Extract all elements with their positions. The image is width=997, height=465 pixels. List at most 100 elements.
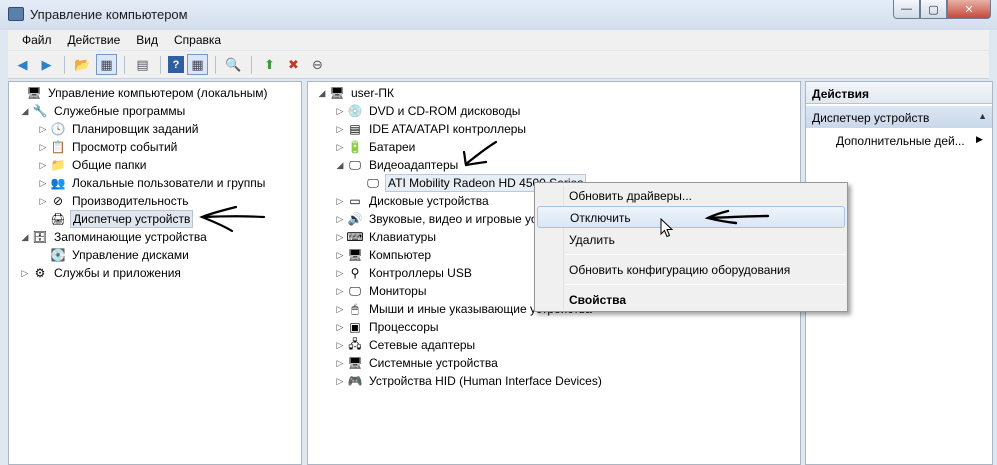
menu-view[interactable]: Вид bbox=[128, 33, 166, 47]
tree-item-label: Дисковые устройства bbox=[369, 194, 489, 208]
expand-arrow-icon[interactable]: ▷ bbox=[334, 376, 346, 387]
tree-item-performance[interactable]: ▷ ⊘ Производительность bbox=[37, 192, 190, 210]
back-arrow-icon[interactable]: ◀ bbox=[12, 54, 33, 75]
expand-arrow-icon[interactable]: ▷ bbox=[37, 124, 49, 135]
tree-item-label: Устройства HID (Human Interface Devices) bbox=[369, 374, 602, 388]
collapse-arrow-icon[interactable]: ◢ bbox=[316, 88, 328, 99]
maximize-button[interactable]: ▢ bbox=[920, 0, 947, 19]
menu-item-scan-hardware[interactable]: Обновить конфигурацию оборудования bbox=[537, 259, 845, 281]
device-category[interactable]: ▷ ▤ IDE ATA/ATAPI контроллеры bbox=[334, 120, 528, 138]
users-icon: 👥 bbox=[50, 176, 66, 190]
mouse-cursor-icon bbox=[660, 218, 674, 238]
collapse-up-icon[interactable]: ▲ bbox=[978, 111, 987, 121]
menu-separator bbox=[565, 284, 845, 285]
annotation-arrow-icon bbox=[462, 140, 498, 167]
expand-arrow-icon[interactable]: ▷ bbox=[37, 142, 49, 153]
menu-action[interactable]: Действие bbox=[60, 33, 129, 47]
properties-icon[interactable]: ▤ bbox=[132, 54, 153, 75]
expand-arrow-icon[interactable]: ▷ bbox=[334, 304, 346, 315]
tree-item-task-scheduler[interactable]: ▷ 🕓 Планировщик заданий bbox=[37, 120, 200, 138]
expand-arrow-icon[interactable]: ▷ bbox=[334, 232, 346, 243]
expand-arrow-icon[interactable]: ▷ bbox=[334, 340, 346, 351]
expand-arrow-icon[interactable]: ▷ bbox=[334, 142, 346, 153]
device-category[interactable]: ▷ ▣ Процессоры bbox=[334, 318, 441, 336]
device-category[interactable]: ▷ 🖧 Сетевые адаптеры bbox=[334, 336, 477, 354]
device-category[interactable]: ▷ 🖥 Системные устройства bbox=[334, 354, 500, 372]
tree-item-event-viewer[interactable]: ▷ 📋 Просмотр событий bbox=[37, 138, 179, 156]
collapse-arrow-icon[interactable]: ◢ bbox=[334, 160, 346, 171]
expand-arrow-icon[interactable]: ▷ bbox=[334, 250, 346, 261]
device-manager-icon: 🖨 bbox=[50, 212, 66, 226]
device-category[interactable]: ▷ 💿 DVD и CD-ROM дисководы bbox=[334, 102, 522, 120]
expand-arrow-icon[interactable]: ▷ bbox=[334, 124, 346, 135]
device-category[interactable]: ▷ 🔋 Батареи bbox=[334, 138, 417, 156]
tree-item-label: Мониторы bbox=[369, 284, 427, 298]
forward-arrow-icon[interactable]: ▶ bbox=[36, 54, 57, 75]
tree-item-label: Клавиатуры bbox=[369, 230, 436, 244]
device-category[interactable]: ▷ ⚲ Контроллеры USB bbox=[334, 264, 474, 282]
menu-help[interactable]: Справка bbox=[166, 33, 229, 47]
actions-section-device-manager[interactable]: Диспетчер устройств ▲ bbox=[806, 106, 992, 128]
disable-device-icon[interactable]: ⊖ bbox=[307, 54, 328, 75]
close-button[interactable]: ✕ bbox=[947, 0, 991, 19]
collapse-arrow-icon[interactable]: ◢ bbox=[19, 106, 31, 117]
tree-item-label: user-ПК bbox=[351, 86, 394, 100]
update-driver-icon[interactable]: ⬆ bbox=[259, 54, 280, 75]
tree-item-computer-management[interactable]: 🖥 Управление компьютером (локальным) bbox=[13, 84, 270, 102]
disk-drive-icon: ▭ bbox=[349, 194, 361, 208]
device-category[interactable]: ▷ ▭ Дисковые устройства bbox=[334, 192, 491, 210]
expand-arrow-icon[interactable]: ▷ bbox=[37, 160, 49, 171]
computer-management-icon: 🖥 bbox=[26, 86, 42, 100]
collapse-arrow-icon[interactable]: ◢ bbox=[19, 232, 31, 243]
action-pane-icon[interactable]: ▦ bbox=[187, 54, 208, 75]
network-adapter-icon: 🖧 bbox=[348, 336, 362, 351]
clock-icon: 🕓 bbox=[50, 122, 66, 136]
display-adapter-icon: 🖵 bbox=[349, 157, 361, 172]
monitor-icon: 🖵 bbox=[367, 175, 379, 190]
tree-item-label: Батареи bbox=[369, 140, 416, 154]
tree-item-label: Службы и приложения bbox=[54, 266, 181, 280]
storage-icon: 🗄 bbox=[32, 230, 48, 244]
tree-item-label: Процессоры bbox=[369, 320, 439, 334]
expand-arrow-icon[interactable]: ▷ bbox=[334, 286, 346, 297]
menu-item-uninstall[interactable]: Удалить bbox=[537, 229, 845, 251]
ide-controller-icon: ▤ bbox=[349, 122, 361, 136]
menu-item-update-drivers[interactable]: Обновить драйверы... bbox=[537, 185, 845, 207]
tree-item-device-manager[interactable]: 🖨 Диспетчер устройств bbox=[37, 210, 194, 228]
expand-arrow-icon[interactable]: ▷ bbox=[37, 196, 49, 207]
tree-item-shared-folders[interactable]: ▷ 📁 Общие папки bbox=[37, 156, 148, 174]
expand-arrow-icon[interactable]: ▷ bbox=[334, 196, 346, 207]
device-category[interactable]: ▷ 🖵 Мониторы bbox=[334, 282, 428, 300]
expand-arrow-icon[interactable]: ▷ bbox=[334, 358, 346, 369]
actions-section-label: Диспетчер устройств bbox=[812, 111, 930, 125]
more-actions-item[interactable]: Дополнительные дей... ▶ bbox=[836, 134, 983, 148]
tree-item-services-apps[interactable]: ▷ ⚙ Службы и приложения bbox=[19, 264, 183, 282]
expand-arrow-icon[interactable]: ▷ bbox=[334, 268, 346, 279]
menu-file[interactable]: Файл bbox=[14, 33, 60, 47]
minimize-button[interactable]: — bbox=[893, 0, 920, 19]
expand-arrow-icon[interactable]: ▷ bbox=[19, 268, 31, 279]
expand-arrow-icon[interactable]: ▷ bbox=[334, 322, 346, 333]
device-category[interactable]: ▷ 🖥 Компьютер bbox=[334, 246, 433, 264]
device-category[interactable]: ▷ ⌨ Клавиатуры bbox=[334, 228, 438, 246]
console-tree-icon[interactable]: ▦ bbox=[96, 54, 117, 75]
device-root[interactable]: ◢ 🖥 user-ПК bbox=[316, 84, 396, 102]
menu-item-disable[interactable]: Отключить bbox=[537, 206, 845, 228]
up-folder-icon[interactable]: 📂 bbox=[72, 54, 93, 75]
uninstall-device-icon[interactable]: ✖ bbox=[283, 54, 304, 75]
device-category[interactable]: ▷ 🎮 Устройства HID (Human Interface Devi… bbox=[334, 372, 604, 390]
tree-item-label: Планировщик заданий bbox=[72, 122, 199, 136]
scan-hardware-icon[interactable]: 🔍 bbox=[223, 54, 244, 75]
help-icon[interactable]: ? bbox=[168, 56, 184, 73]
menu-item-properties[interactable]: Свойства bbox=[537, 289, 845, 311]
expand-arrow-icon[interactable]: ▷ bbox=[334, 214, 346, 225]
expand-arrow-icon[interactable]: ▷ bbox=[37, 178, 49, 189]
toolbar-separator bbox=[64, 55, 65, 74]
tree-item-storage[interactable]: ◢ 🗄 Запоминающие устройства bbox=[19, 228, 209, 246]
device-category-display-adapters[interactable]: ◢ 🖵 Видеоадаптеры bbox=[334, 156, 460, 174]
tree-item-system-tools[interactable]: ◢ 🔧 Служебные программы bbox=[19, 102, 187, 120]
tree-item-local-users[interactable]: ▷ 👥 Локальные пользователи и группы bbox=[37, 174, 267, 192]
tree-item-disk-management[interactable]: 💽 Управление дисками bbox=[37, 246, 191, 264]
speaker-icon: 🔊 bbox=[347, 212, 363, 226]
expand-arrow-icon[interactable]: ▷ bbox=[334, 106, 346, 117]
